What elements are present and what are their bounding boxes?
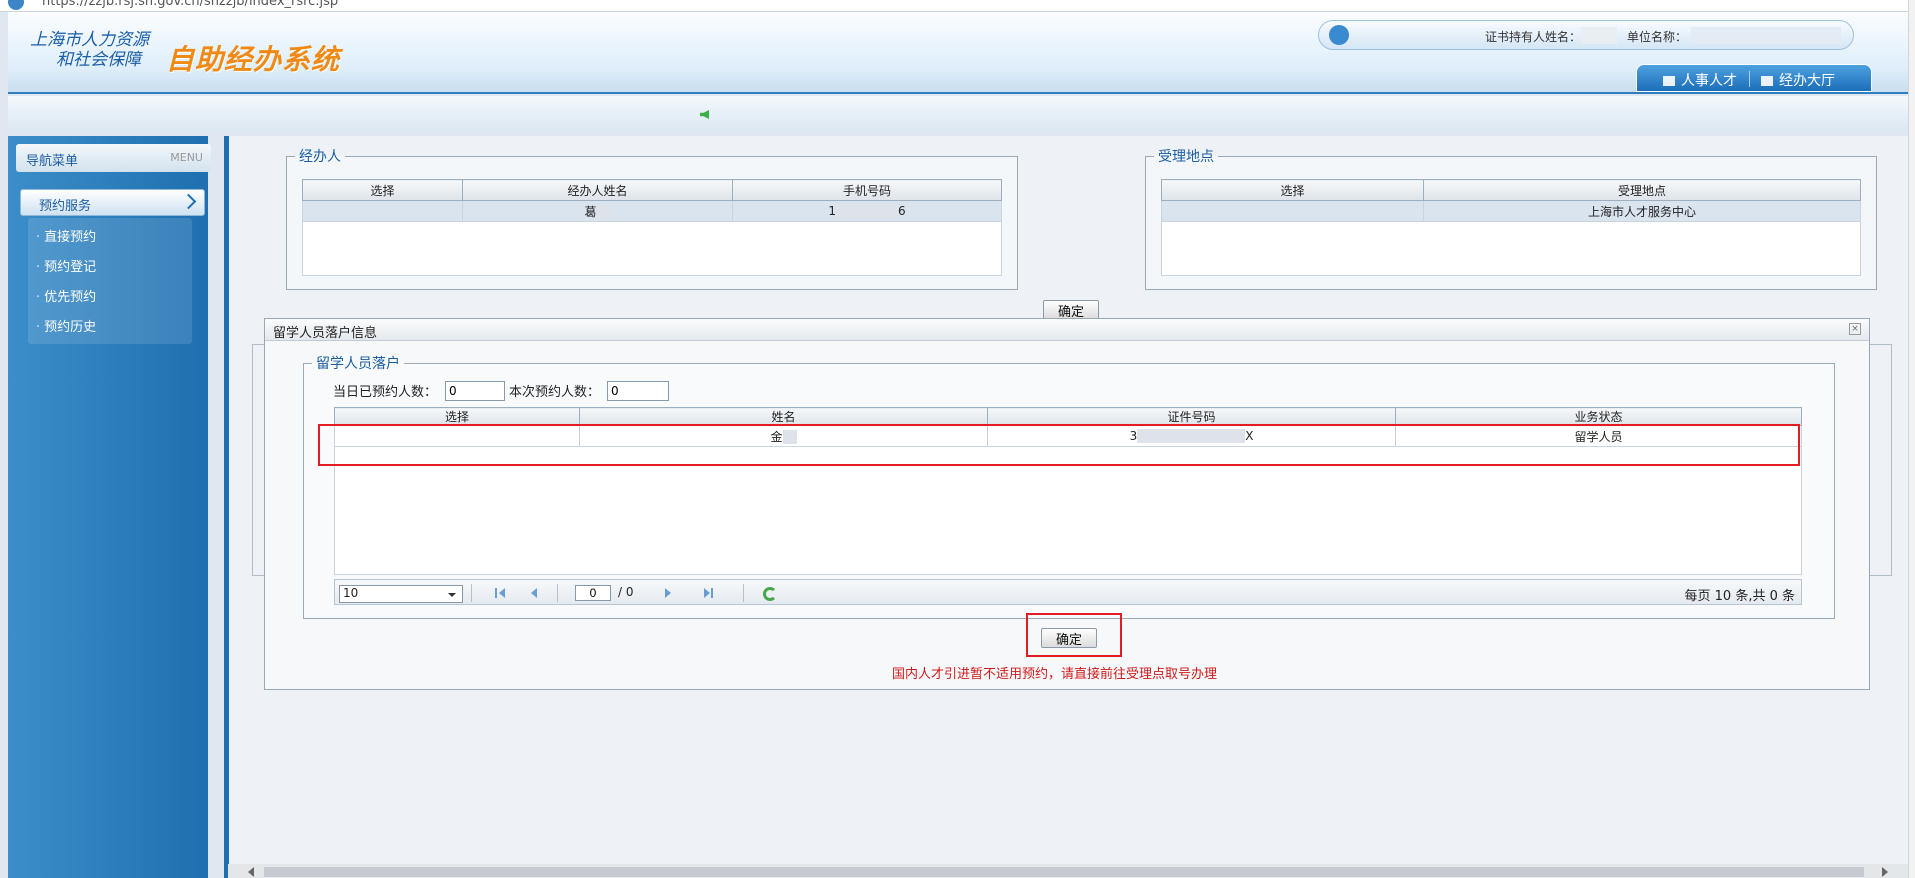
holder-name-value [1581, 27, 1617, 44]
location-table: 选择 受理地点 上海市人才服务中心 [1161, 179, 1861, 276]
unit-name-value [1691, 27, 1841, 44]
pager-separator [557, 584, 558, 602]
today-count-input[interactable] [445, 381, 505, 401]
tab-separator [1749, 71, 1750, 87]
column-header: 受理地点 [1423, 179, 1861, 201]
next-page-icon[interactable] [663, 588, 673, 598]
chevron-down-icon [448, 593, 456, 597]
this-count-label: 本次预约人数： [509, 385, 601, 400]
page-total: / 0 [618, 585, 634, 599]
pager-separator [743, 584, 744, 602]
horizontal-scrollbar[interactable] [228, 864, 1908, 878]
dialog-title: 留学人员落户信息 [273, 326, 378, 341]
tab-personnel-talent[interactable]: 人事人才 [1663, 70, 1737, 90]
column-header: 选择 [334, 407, 580, 426]
column-header: 选择 [1161, 179, 1424, 201]
dialog-titlebar: 留学人员落户信息 × [265, 319, 1869, 341]
nav-menu-title-en: MENU [170, 151, 203, 164]
column-header: 选择 [302, 179, 463, 201]
column-header: 姓名 [579, 407, 988, 426]
handler-legend: 经办人 [299, 149, 341, 165]
nav-menu-title: 导航菜单 [26, 154, 79, 169]
first-page-icon[interactable] [495, 588, 505, 598]
globe-icon [8, 0, 24, 10]
user-info-bar: 证书持有人姓名： 单位名称： [1318, 20, 1854, 50]
tab-service-hall[interactable]: 经办大厅 [1761, 70, 1835, 90]
unit-name-label: 单位名称： [1627, 30, 1688, 44]
sidebar: 导航菜单 MENU 预约服务 直接预约 预约登记 优先预约 预约历史 [8, 136, 211, 878]
app-header: 上海市人力资源 和社会保障 自助经办系统 证书持有人姓名： 单位名称： 人事人才… [8, 12, 1908, 94]
pagination-bar: 10 / 0 每页 10 条,共 0 条 [334, 579, 1802, 605]
page-size-select[interactable]: 10 [339, 585, 463, 603]
top-tabs: 人事人才 经办大厅 [1636, 64, 1872, 92]
speaker-icon[interactable] [700, 110, 709, 119]
table-row[interactable]: 葛 16 [302, 200, 1002, 222]
confirm-button-top[interactable]: 确定 [1043, 300, 1100, 320]
sidebar-item-priority-appointment[interactable]: 优先预约 [36, 286, 96, 305]
today-count-label: 当日已预约人数： [333, 385, 438, 400]
select-cell[interactable] [1161, 200, 1424, 222]
place-cell: 上海市人才服务中心 [1423, 200, 1861, 222]
sidebar-submenu: 直接预约 预约登记 优先预约 预约历史 [28, 218, 192, 344]
user-avatar-icon [1329, 25, 1349, 45]
table-row[interactable]: 上海市人才服务中心 [1161, 200, 1861, 222]
page-number-input[interactable] [575, 585, 611, 601]
column-header: 手机号码 [732, 179, 1002, 201]
org-name-line1: 上海市人力资源 [30, 30, 149, 50]
close-icon[interactable]: × [1849, 323, 1861, 335]
vertical-scrollbar[interactable] [1908, 0, 1915, 878]
system-title: 自助经办系统 [166, 43, 341, 76]
refresh-icon[interactable] [763, 587, 777, 601]
handler-name-cell: 葛 [462, 200, 733, 222]
holder-name-label: 证书持有人姓名： [1485, 30, 1582, 44]
sidebar-item-appointment-history[interactable]: 预约历史 [36, 316, 96, 335]
settlement-legend: 留学人员落户 [316, 356, 400, 372]
nav-menu-header: 导航菜单 MENU [16, 144, 211, 172]
personnel-icon [1663, 76, 1675, 86]
warning-message: 国内人才引进暂不适用预约，请直接前往受理点取号办理 [892, 667, 1218, 682]
phone-cell: 16 [732, 200, 1002, 222]
scroll-left-icon[interactable] [248, 867, 254, 877]
hall-icon [1761, 76, 1773, 86]
pagination-info: 每页 10 条,共 0 条 [1684, 589, 1795, 604]
last-page-icon[interactable] [703, 588, 713, 598]
select-cell[interactable] [302, 200, 463, 222]
sidebar-section-appointment[interactable]: 预约服务 [20, 189, 205, 216]
handler-table: 选择 经办人姓名 手机号码 葛 16 [302, 179, 1002, 276]
location-legend: 受理地点 [1158, 149, 1214, 165]
column-header: 证件号码 [987, 407, 1396, 426]
pager-separator [471, 584, 472, 602]
scroll-thumb[interactable] [264, 867, 1864, 877]
sidebar-item-direct-appointment[interactable]: 直接预约 [36, 226, 96, 245]
column-header: 业务状态 [1395, 407, 1802, 426]
scroll-right-icon[interactable] [1882, 867, 1888, 877]
highlight-box-row [318, 424, 1800, 466]
column-header: 经办人姓名 [462, 179, 733, 201]
chevron-right-icon [180, 193, 197, 210]
org-name-line2: 和社会保障 [56, 50, 141, 70]
sidebar-section-label: 预约服务 [39, 199, 92, 214]
empty-area [1161, 221, 1861, 276]
this-count-input[interactable] [607, 381, 669, 401]
notice-bar [8, 96, 1908, 132]
prev-page-icon[interactable] [529, 588, 539, 598]
browser-address-bar[interactable]: https://zzjb.rsj.sh.gov.cn/shzzjb/index_… [0, 0, 1915, 12]
highlight-box-confirm [1026, 613, 1122, 657]
sidebar-item-appointment-registration[interactable]: 预约登记 [36, 256, 96, 275]
url-text: https://zzjb.rsj.sh.gov.cn/shzzjb/index_… [42, 0, 339, 9]
empty-area [302, 221, 1002, 276]
